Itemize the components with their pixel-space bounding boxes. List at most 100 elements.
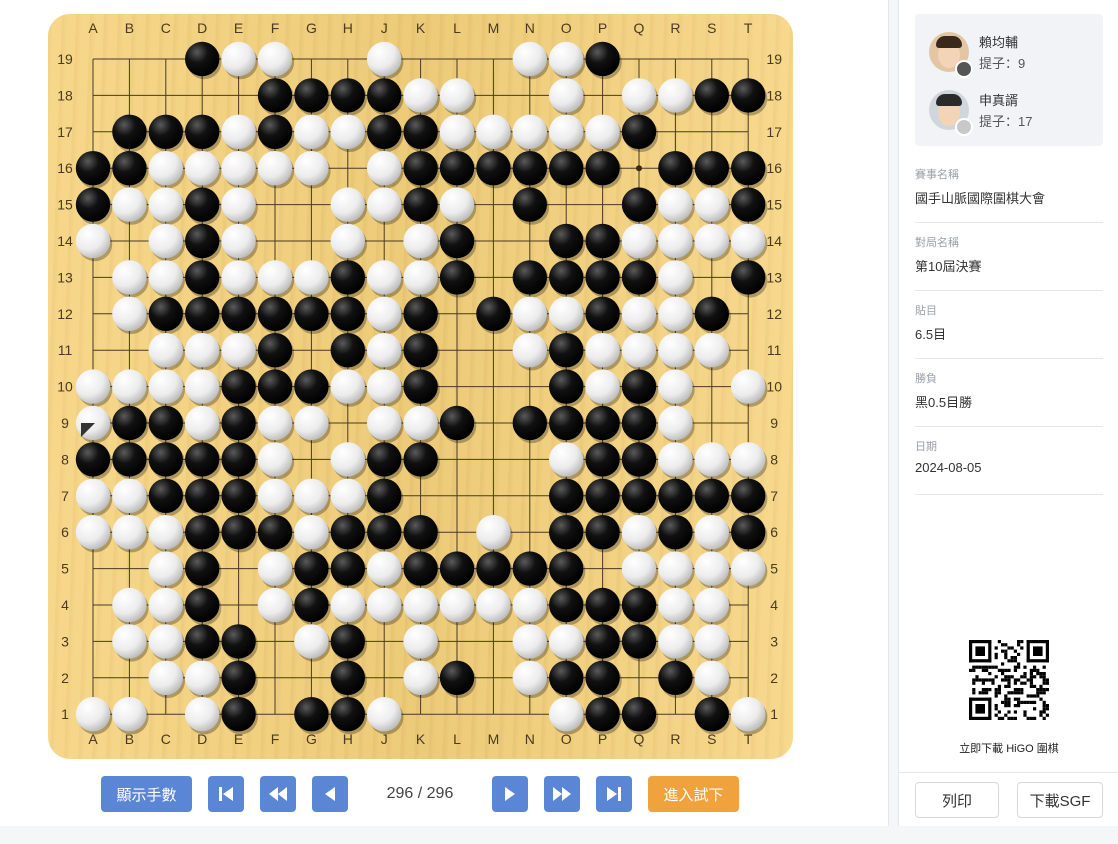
white-stone [658,333,693,368]
download-sgf-button[interactable]: 下載SGF [1017,782,1103,818]
export-buttons: 列印 下載SGF [899,772,1118,827]
black-stone [330,515,365,550]
board-panel: A A B B C C D D E E F F G G H H J J K K L L M M N N O O P P Q Q R R S S T T 19… [0,0,889,826]
white-stone [185,369,220,404]
black-stone [549,223,584,259]
white-stone [658,187,693,222]
black-stone [185,187,220,222]
info-label: 勝負 [915,373,937,385]
white-stone [658,442,693,477]
white-stone [330,187,365,222]
column-label-top: F [271,20,280,36]
skip-to-end-icon [607,787,621,801]
black-stone [731,478,766,513]
white-stone [294,624,329,659]
white-stone [221,333,256,368]
black-stone [585,624,620,659]
white-stone [294,151,329,186]
previous-move-button[interactable] [312,776,348,812]
white-stone [294,405,329,441]
row-label-right: 8 [770,451,778,467]
black-stone [185,624,220,659]
row-label-right: 15 [766,197,782,213]
black-stone [330,296,365,331]
next-move-button[interactable] [492,776,528,812]
white-stone [185,333,220,368]
row-label-left: 3 [61,633,69,649]
playback-controls: 顯示手數 296 / 296 進入試下 [0,776,888,812]
last-move-button[interactable] [596,776,632,812]
black-stone [257,296,293,331]
column-label-bottom: F [271,731,280,747]
row-label-right: 18 [766,87,782,103]
white-stone [549,114,584,149]
column-label-top: O [561,20,572,36]
row-label-right: 9 [770,415,778,431]
white-stone [257,551,293,586]
black-stone [403,187,438,222]
black-stone [294,369,329,404]
black-stone [585,151,620,186]
white-stone [731,551,766,586]
black-stone [439,151,475,186]
show-moves-button[interactable]: 顯示手數 [101,776,192,812]
white-stone [694,515,729,550]
white-stone [112,260,147,295]
black-stone [585,478,620,513]
white-stone [367,333,402,368]
black-stone [658,660,693,695]
info-label: 對局名稱 [915,237,959,249]
black-stone [621,260,657,295]
black-stone [658,515,693,550]
black-stone [185,114,220,149]
white-stone [330,223,365,259]
black-stone [221,442,256,477]
black-stone [731,515,766,550]
info-value: 6.5目 [915,327,947,342]
row-label-right: 10 [766,379,782,395]
white-stone [658,78,693,113]
board-svg[interactable]: AABBCCDDEEFFGGHHJJKKLLMMNNOOPPQQRRSSTT19… [48,14,793,759]
white-stone [148,587,183,623]
white-stone [403,78,438,113]
row-label-right: 12 [766,306,782,322]
try-play-button[interactable]: 進入試下 [648,776,739,812]
print-button[interactable]: 列印 [915,782,999,818]
white-stone [731,697,766,732]
row-label-left: 8 [61,451,69,467]
black-stone [148,114,183,149]
first-move-button[interactable] [208,776,244,812]
black-stone [330,551,365,586]
white-stone [439,114,475,149]
black-stone [549,587,584,623]
white-stone [148,333,183,368]
black-stone [367,515,402,550]
black-stone [621,187,657,222]
game-info-panel: 賴均輔 提子：9 申真諝 提子：17 賽事名稱 國手山脈國際圍棋大會 對局名稱 … [898,0,1118,826]
white-stone [731,369,766,404]
row-label-right: 19 [766,51,782,67]
player-name: 申真諝 [979,93,1019,108]
black-stone [403,551,438,586]
fast-forward-button[interactable] [544,776,580,812]
column-label-top: B [125,20,134,36]
row-label-right: 3 [770,633,778,649]
white-stone [257,587,293,623]
black-stone [512,151,547,186]
black-stone [185,223,220,259]
black-stone [75,187,111,222]
white-stone [148,369,183,404]
fast-backward-button[interactable] [260,776,296,812]
white-stone [658,551,693,586]
row-label-right: 14 [766,233,782,249]
white-stone [403,587,438,623]
white-stone [294,515,329,550]
white-stone [148,260,183,295]
column-label-top: C [161,20,171,36]
black-stone [549,333,584,368]
go-board[interactable]: A A B B C C D D E E F F G G H H J J K K L L M M N N O O P P Q Q R R S S T T 19… [48,14,793,759]
white-stone [512,41,547,77]
row-label-right: 17 [766,124,782,140]
black-stone [731,187,766,222]
white-stone [367,296,402,331]
